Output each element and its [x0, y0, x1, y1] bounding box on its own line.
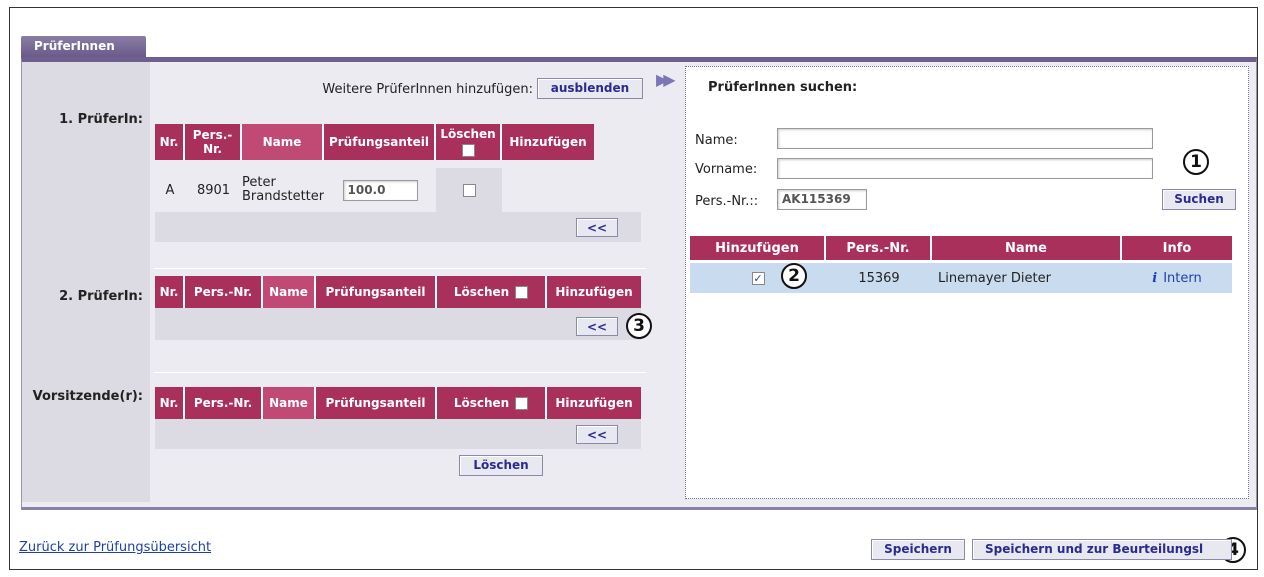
col-persnr: Pers.-Nr. [826, 236, 932, 260]
label-column: 1. PrüferIn: 2. PrüferIn: Vorsitzende(r)… [22, 62, 150, 502]
section2-table-header: Nr. Pers.-Nr. Name Prüfungsanteil Lösche… [155, 276, 641, 308]
section3-label: Vorsitzende(r): [32, 389, 143, 404]
double-arrow-right-icon: ▶▶ [656, 70, 675, 89]
section1-action-band: << [155, 212, 641, 242]
col-name[interactable]: Name [242, 124, 324, 160]
suchen-button[interactable]: Suchen [1162, 189, 1236, 210]
col-persnr: Pers.-Nr. [185, 124, 242, 160]
cell-name: Peter Brandstetter [242, 168, 324, 212]
col-nr: Nr. [155, 124, 185, 160]
col-pruefungsanteil: Prüfungsanteil [316, 276, 437, 308]
col-pruefungsanteil: Prüfungsanteil [316, 387, 437, 419]
col-nr: Nr. [155, 276, 185, 308]
search-title: PrüferInnen suchen: [708, 80, 858, 95]
vorname-field[interactable] [777, 158, 1153, 179]
save-and-continue-button[interactable]: Speichern und zur Beurteilungsl [972, 539, 1232, 560]
col-loeschen-label: Löschen [453, 285, 510, 299]
section3-table-header: Nr. Pers.-Nr. Name Prüfungsanteil Lösche… [155, 387, 641, 419]
name-label: Name: [695, 133, 738, 148]
col-loeschen: Löschen [436, 124, 502, 160]
results-table-header: Hinzufügen Pers.-Nr. Name Info [690, 236, 1232, 260]
info-link[interactable]: Intern [1163, 271, 1202, 286]
loeschen-button[interactable]: Löschen [459, 455, 543, 476]
section1-label: 1. PrüferIn: [59, 112, 143, 127]
name-field[interactable] [777, 128, 1153, 149]
info-icon: i [1152, 270, 1158, 286]
marker-1: 1 [1183, 149, 1209, 175]
persnr-field[interactable]: AK115369 [777, 189, 867, 210]
col-loeschen: Löschen [437, 276, 547, 308]
col-loeschen: Löschen [437, 387, 547, 419]
save-button[interactable]: Speichern [871, 539, 965, 560]
table-row: A 8901 Peter Brandstetter 100.0 [155, 168, 594, 212]
move-left-button[interactable]: << [576, 218, 618, 237]
cell-info[interactable]: i Intern [1122, 263, 1232, 293]
cell-hinzufuegen [502, 168, 594, 212]
back-to-overview-link[interactable]: Zurück zur Prüfungsübersicht [19, 540, 211, 555]
add-checkbox[interactable]: ✓ [751, 271, 765, 285]
cell-nr: A [155, 168, 185, 212]
col-persnr: Pers.-Nr. [185, 387, 263, 419]
section2-action-band: << [155, 308, 641, 340]
col-loeschen-label: Löschen [453, 396, 510, 410]
add-more-row: Weitere PrüferInnen hinzufügen: ausblend… [153, 78, 643, 102]
cell-persnr: 8901 [185, 168, 242, 212]
persnr-label: Pers.-Nr.:: [695, 194, 759, 209]
move-left-button[interactable]: << [576, 317, 618, 336]
vorname-label: Vorname: [695, 162, 758, 177]
col-hinzufuegen: Hinzufügen [690, 236, 826, 260]
tab-prueferinnen[interactable]: PrüferInnen [21, 36, 146, 57]
col-hinzufuegen: Hinzufügen [547, 387, 641, 419]
col-persnr: Pers.-Nr. [185, 276, 263, 308]
marker-3: 3 [626, 313, 652, 339]
cell-persnr: 15369 [858, 270, 900, 286]
select-all-checkbox[interactable] [461, 144, 475, 157]
select-all-checkbox[interactable] [515, 396, 529, 410]
col-hinzufuegen: Hinzufügen [547, 276, 641, 308]
col-loeschen-label: Löschen [440, 127, 496, 141]
cell-name: Linemayer Dieter [938, 270, 1051, 286]
col-hinzufuegen: Hinzufügen [502, 124, 594, 160]
select-all-checkbox[interactable] [515, 285, 529, 299]
delete-checkbox[interactable] [462, 183, 476, 197]
col-name: Name [932, 236, 1122, 260]
section1-table-header: Nr. Pers.-Nr. Name Prüfungsanteil Lösche… [155, 124, 594, 160]
name-first: Peter [242, 175, 276, 190]
col-pruefungsanteil: Prüfungsanteil [324, 124, 436, 160]
name-last: Brandstetter [242, 189, 325, 204]
col-info: Info [1122, 236, 1232, 260]
col-nr: Nr. [155, 387, 185, 419]
cell-loeschen [436, 168, 502, 212]
add-more-label: Weitere PrüferInnen hinzufügen: [322, 82, 533, 97]
move-left-button[interactable]: << [576, 425, 618, 444]
ausblenden-button[interactable]: ausblenden [537, 78, 643, 99]
divider [154, 372, 646, 373]
col-name[interactable]: Name [263, 387, 316, 419]
marker-2: 2 [781, 263, 807, 289]
section3-action-band: << [155, 419, 641, 449]
divider [154, 268, 646, 269]
anteil-input[interactable]: 100.0 [342, 179, 418, 201]
section2-label: 2. PrüferIn: [59, 289, 143, 304]
col-name[interactable]: Name [263, 276, 316, 308]
table-row[interactable]: ✓ 15369 Linemayer Dieter i Intern [690, 263, 1232, 293]
cell-anteil: 100.0 [324, 168, 436, 212]
